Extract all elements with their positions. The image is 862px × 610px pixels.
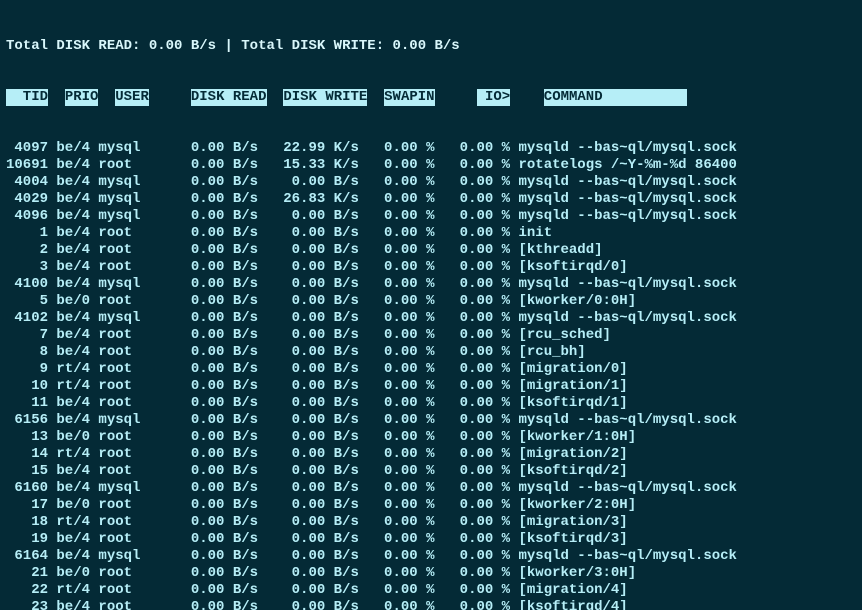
- process-row[interactable]: 10 rt/4 root 0.00 B/s 0.00 B/s 0.00 % 0.…: [6, 378, 856, 395]
- process-row[interactable]: 4100 be/4 mysql 0.00 B/s 0.00 B/s 0.00 %…: [6, 276, 856, 293]
- process-row[interactable]: 10691 be/4 root 0.00 B/s 15.33 K/s 0.00 …: [6, 157, 856, 174]
- total-read-label: Total DISK READ:: [6, 38, 140, 54]
- col-swapin[interactable]: SWAPIN: [384, 89, 434, 106]
- total-write-label: Total DISK WRITE:: [241, 38, 384, 54]
- process-row[interactable]: 15 be/4 root 0.00 B/s 0.00 B/s 0.00 % 0.…: [6, 463, 856, 480]
- process-row[interactable]: 4004 be/4 mysql 0.00 B/s 0.00 B/s 0.00 %…: [6, 174, 856, 191]
- process-list: 4097 be/4 mysql 0.00 B/s 22.99 K/s 0.00 …: [6, 140, 856, 610]
- process-row[interactable]: 14 rt/4 root 0.00 B/s 0.00 B/s 0.00 % 0.…: [6, 446, 856, 463]
- process-row[interactable]: 8 be/4 root 0.00 B/s 0.00 B/s 0.00 % 0.0…: [6, 344, 856, 361]
- process-row[interactable]: 4097 be/4 mysql 0.00 B/s 22.99 K/s 0.00 …: [6, 140, 856, 157]
- process-row[interactable]: 9 rt/4 root 0.00 B/s 0.00 B/s 0.00 % 0.0…: [6, 361, 856, 378]
- process-row[interactable]: 23 be/4 root 0.00 B/s 0.00 B/s 0.00 % 0.…: [6, 599, 856, 610]
- total-write-value: 0.00 B/s: [393, 38, 460, 54]
- process-row[interactable]: 7 be/4 root 0.00 B/s 0.00 B/s 0.00 % 0.0…: [6, 327, 856, 344]
- process-row[interactable]: 6156 be/4 mysql 0.00 B/s 0.00 B/s 0.00 %…: [6, 412, 856, 429]
- col-disk-read[interactable]: DISK READ: [191, 89, 267, 106]
- process-row[interactable]: 19 be/4 root 0.00 B/s 0.00 B/s 0.00 % 0.…: [6, 531, 856, 548]
- col-disk-write[interactable]: DISK WRITE: [283, 89, 367, 106]
- summary-line: Total DISK READ: 0.00 B/s | Total DISK W…: [6, 38, 856, 55]
- col-tid[interactable]: TID: [6, 89, 48, 106]
- col-user[interactable]: USER: [115, 89, 149, 106]
- process-row[interactable]: 18 rt/4 root 0.00 B/s 0.00 B/s 0.00 % 0.…: [6, 514, 856, 531]
- iotop-screen: Total DISK READ: 0.00 B/s | Total DISK W…: [0, 0, 862, 610]
- total-read-value: 0.00 B/s: [149, 38, 216, 54]
- process-row[interactable]: 21 be/0 root 0.00 B/s 0.00 B/s 0.00 % 0.…: [6, 565, 856, 582]
- col-io[interactable]: IO>: [477, 89, 511, 106]
- process-row[interactable]: 22 rt/4 root 0.00 B/s 0.00 B/s 0.00 % 0.…: [6, 582, 856, 599]
- process-row[interactable]: 4029 be/4 mysql 0.00 B/s 26.83 K/s 0.00 …: [6, 191, 856, 208]
- process-row[interactable]: 5 be/0 root 0.00 B/s 0.00 B/s 0.00 % 0.0…: [6, 293, 856, 310]
- column-header-row: TID PRIO USER DISK READ DISK WRITE SWAPI…: [6, 89, 856, 106]
- process-row[interactable]: 3 be/4 root 0.00 B/s 0.00 B/s 0.00 % 0.0…: [6, 259, 856, 276]
- col-command[interactable]: COMMAND: [544, 89, 687, 106]
- process-row[interactable]: 13 be/0 root 0.00 B/s 0.00 B/s 0.00 % 0.…: [6, 429, 856, 446]
- process-row[interactable]: 17 be/0 root 0.00 B/s 0.00 B/s 0.00 % 0.…: [6, 497, 856, 514]
- process-row[interactable]: 11 be/4 root 0.00 B/s 0.00 B/s 0.00 % 0.…: [6, 395, 856, 412]
- process-row[interactable]: 6160 be/4 mysql 0.00 B/s 0.00 B/s 0.00 %…: [6, 480, 856, 497]
- process-row[interactable]: 4102 be/4 mysql 0.00 B/s 0.00 B/s 0.00 %…: [6, 310, 856, 327]
- col-prio[interactable]: PRIO: [65, 89, 99, 106]
- process-row[interactable]: 1 be/4 root 0.00 B/s 0.00 B/s 0.00 % 0.0…: [6, 225, 856, 242]
- process-row[interactable]: 6164 be/4 mysql 0.00 B/s 0.00 B/s 0.00 %…: [6, 548, 856, 565]
- summary-separator: |: [224, 38, 232, 54]
- process-row[interactable]: 4096 be/4 mysql 0.00 B/s 0.00 B/s 0.00 %…: [6, 208, 856, 225]
- process-row[interactable]: 2 be/4 root 0.00 B/s 0.00 B/s 0.00 % 0.0…: [6, 242, 856, 259]
